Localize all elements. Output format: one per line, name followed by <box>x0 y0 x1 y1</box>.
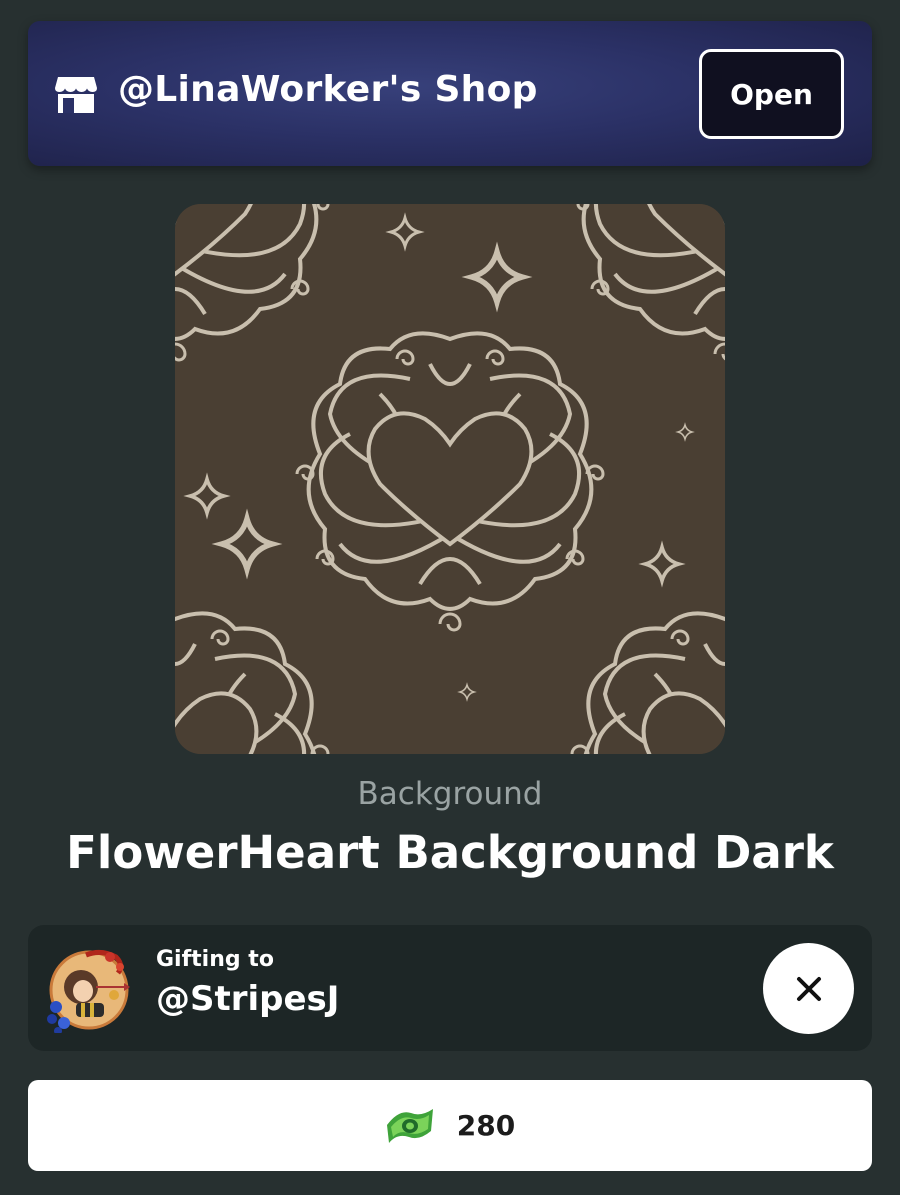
cash-icon <box>386 1108 433 1143</box>
gift-recipient-username: @StripesJ <box>156 979 340 1019</box>
shop-banner: @LinaWorker's Shop Open <box>28 21 872 166</box>
gifting-to-label: Gifting to <box>156 947 274 972</box>
store-icon <box>55 77 97 113</box>
item-category: Background <box>357 776 543 812</box>
item-name: FlowerHeart Background Dark <box>66 826 834 879</box>
gift-recipient-card: Gifting to @StripesJ <box>28 925 872 1051</box>
shop-title: @LinaWorker's Shop <box>118 69 538 110</box>
buy-button[interactable]: 280 <box>28 1080 872 1171</box>
item-preview-image <box>175 204 725 754</box>
open-shop-button[interactable]: Open <box>699 49 844 139</box>
recipient-avatar <box>47 949 130 1033</box>
price-label: 280 <box>456 1109 516 1142</box>
flower-heart-pattern <box>175 204 725 754</box>
close-icon <box>796 976 821 1001</box>
remove-gift-button[interactable] <box>763 943 854 1034</box>
item-detail-page: @LinaWorker's Shop Open Background Flowe… <box>0 0 900 1195</box>
